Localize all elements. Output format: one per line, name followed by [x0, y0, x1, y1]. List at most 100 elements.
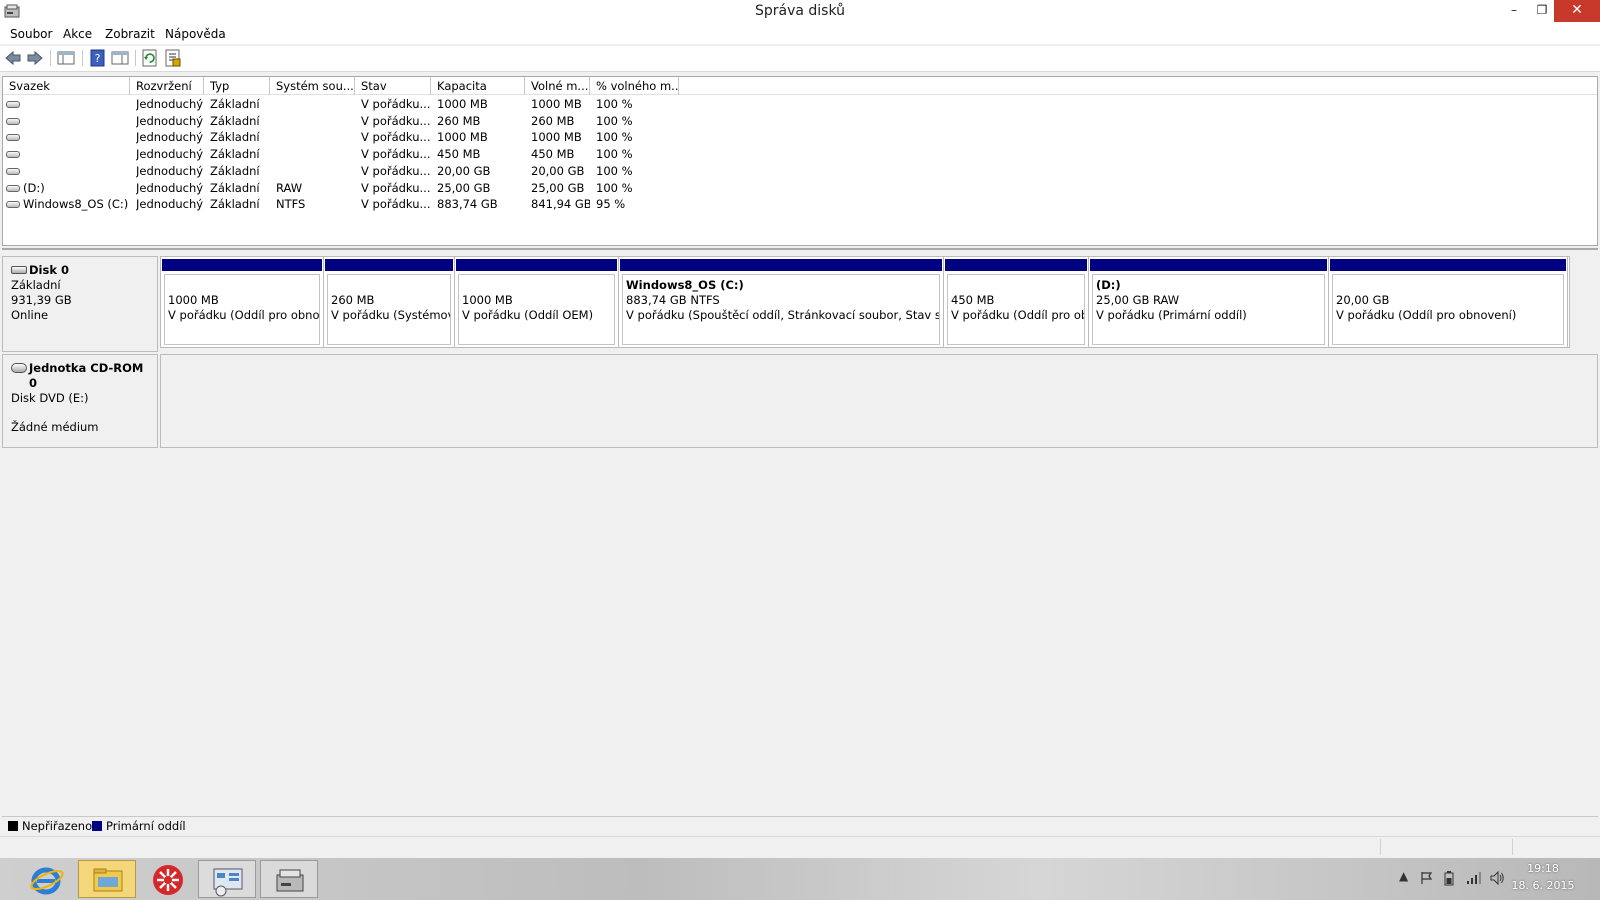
disk-0-partition[interactable]: Windows8_OS (C:) 883,74 GB NTFS V pořádku … [619, 257, 944, 347]
toolbar: ? [0, 46, 1600, 72]
volume-cell-type: Základní [210, 180, 260, 195]
taskbar: ▲ 19:18 18. 6. 2015 [0, 858, 1600, 900]
menu-bar: Soubor Akce Zobrazit Nápověda [0, 24, 1600, 44]
disk-0-partition[interactable]: 1000 MB V pořádku (Oddíl OEM) [455, 257, 619, 347]
properties-icon[interactable] [164, 49, 182, 67]
menu-akce[interactable]: Akce [63, 27, 92, 41]
cdrom-0-empty-area[interactable] [160, 354, 1598, 448]
taskbar-file-explorer[interactable] [78, 860, 136, 898]
disk-0-partition[interactable]: 1000 MB V pořádku (Oddíl pro obnove [161, 257, 324, 347]
taskbar-control-panel[interactable] [198, 860, 256, 898]
minimize-button[interactable]: – [1500, 0, 1528, 22]
menu-zobrazit[interactable]: Zobrazit [105, 27, 155, 41]
action-center-flag-icon[interactable] [1420, 871, 1434, 885]
disk-0-partition[interactable]: 20,00 GB V pořádku (Oddíl pro obnovení) [1329, 257, 1568, 347]
refresh-icon[interactable] [141, 49, 159, 67]
volume-row[interactable]: Jednoduchý Základní V pořádku... 450 MB 450 … [3, 146, 1597, 163]
disk-0-partition[interactable]: (D:) 25,00 GB RAW V pořádku (Primární oddí… [1089, 257, 1329, 347]
back-icon[interactable] [4, 49, 22, 67]
column-header-volne-misto[interactable]: Volné m... [525, 77, 590, 95]
partition-title: Windows8_OS (C:) [626, 278, 744, 292]
show-hide-console-tree-icon[interactable] [57, 49, 75, 67]
volume-cell-volume: (D:) [23, 180, 45, 195]
taskbar-internet-explorer[interactable] [16, 860, 74, 898]
volume-speaker-icon[interactable] [1489, 870, 1505, 886]
volume-cell-fs: NTFS [276, 197, 306, 212]
primary-partition-bar [456, 259, 617, 271]
column-header-svazek[interactable]: Svazek [3, 77, 130, 95]
volume-cell-layout: Jednoduchý [136, 130, 204, 145]
volume-row[interactable]: Jednoduchý Základní V pořádku... 1000 MB 100… [3, 129, 1597, 146]
partition-size: 25,00 GB RAW [1096, 293, 1180, 307]
volume-cell-free: 841,94 GB [531, 197, 590, 212]
taskbar-app-red[interactable] [138, 860, 196, 898]
partition-title [331, 278, 447, 293]
toolbar-separator [82, 50, 83, 66]
volume-cell-layout: Jednoduchý [136, 163, 204, 178]
primary-partition-bar [620, 259, 942, 271]
volume-cell-status: V pořádku... [361, 197, 431, 212]
close-button[interactable]: ✕ [1554, 0, 1600, 22]
volume-cell-pct: 100 % [596, 180, 633, 195]
volume-cell-status: V pořádku... [361, 113, 431, 128]
partition-status: V pořádku (Systémový [331, 308, 451, 322]
volume-row[interactable]: Jednoduchý Základní V pořádku... 1000 MB 100… [3, 96, 1597, 113]
show-hidden-icons-icon[interactable]: ▲ [1399, 869, 1408, 883]
volume-cell-capacity: 25,00 GB [437, 180, 491, 195]
disk-0-size: 931,39 GB [11, 293, 72, 307]
disk-0-row: Disk 0 Základní 931,39 GB Online 1000 MB… [2, 256, 1598, 352]
help-icon[interactable]: ? [89, 49, 107, 67]
volume-cell-pct: 100 % [596, 130, 633, 145]
partition-status: V pořádku (Spouštěcí oddíl, Stránkovací … [626, 308, 939, 322]
partition-status: V pořádku (Oddíl OEM) [462, 308, 594, 322]
column-header-typ[interactable]: Typ [204, 77, 270, 95]
volume-cell-capacity: 1000 MB [437, 97, 488, 111]
clock-date: 18. 6. 2015 [1511, 879, 1575, 892]
volume-cell-fs [276, 146, 355, 163]
clock[interactable]: 19:18 18. 6. 2015 [1508, 860, 1578, 894]
volume-cell-status: V pořádku... [361, 130, 431, 145]
power-battery-icon[interactable] [1442, 870, 1456, 886]
primary-partition-bar [325, 259, 453, 271]
column-header-kapacita[interactable]: Kapacita [431, 77, 525, 95]
volume-row[interactable]: (D:) Jednoduchý Základní RAW V pořádku... 25,… [3, 180, 1597, 197]
volume-row[interactable]: Jednoduchý Základní V pořádku... 260 MB 260 … [3, 113, 1597, 130]
volume-cell-fs: RAW [276, 180, 303, 195]
disk-0-partition[interactable]: 450 MB V pořádku (Oddíl pro obr [944, 257, 1089, 347]
disk-0-status: Online [11, 308, 49, 322]
disk-0-label[interactable]: Disk 0 Základní 931,39 GB Online [2, 256, 158, 352]
column-header-stav[interactable]: Stav [355, 77, 431, 95]
taskbar-disk-management[interactable] [260, 860, 318, 898]
column-header-procento-volneho[interactable]: % volného m... [590, 77, 679, 95]
cdrom-0-label[interactable]: Jednotka CD-ROM 0 Disk DVD (E:) Žádné mé… [2, 354, 158, 448]
column-header-system-souboru[interactable]: Systém sou... [270, 77, 355, 95]
toolbar-separator [50, 50, 51, 66]
volume-cell-volume: Windows8_OS (C:) [23, 197, 129, 212]
partition-size: 1000 MB [168, 293, 219, 307]
partition-status: V pořádku (Oddíl pro obnove [168, 308, 320, 322]
partition-title [951, 278, 1081, 293]
network-signal-icon[interactable] [1466, 871, 1482, 885]
volume-cell-capacity: 1000 MB [437, 130, 488, 145]
disk-0-partition[interactable]: 260 MB V pořádku (Systémový [324, 257, 455, 347]
legend-swatch-primary [92, 821, 102, 831]
forward-icon[interactable] [26, 49, 44, 67]
volume-cell-pct: 100 % [596, 113, 633, 128]
restore-button[interactable]: ❐ [1528, 0, 1556, 22]
disk-graphical-view: Disk 0 Základní 931,39 GB Online 1000 MB… [2, 248, 1598, 808]
volume-list-header: Svazek Rozvržení Typ Systém sou... Stav … [3, 77, 1597, 95]
menu-soubor[interactable]: Soubor [10, 27, 52, 41]
hard-disk-icon [11, 266, 27, 274]
volume-cell-volume [23, 129, 130, 146]
volume-row[interactable]: Windows8_OS (C:) Jednoduchý Základní NTFS V … [3, 196, 1597, 213]
column-header-rozvrzeni[interactable]: Rozvržení [130, 77, 204, 95]
volume-row[interactable]: Jednoduchý Základní V pořádku... 20,00 GB 20… [3, 163, 1597, 180]
legend-label-unallocated: Nepřiřazeno [22, 819, 93, 833]
menu-napoveda[interactable]: Nápověda [165, 27, 226, 41]
partition-title: (D:) [1096, 278, 1121, 292]
volume-cell-status: V pořádku... [361, 163, 431, 178]
drive-icon [6, 201, 20, 209]
show-hide-action-pane-icon[interactable] [111, 49, 129, 67]
partition-details: (D:) 25,00 GB RAW V pořádku (Primární oddí… [1092, 274, 1325, 345]
